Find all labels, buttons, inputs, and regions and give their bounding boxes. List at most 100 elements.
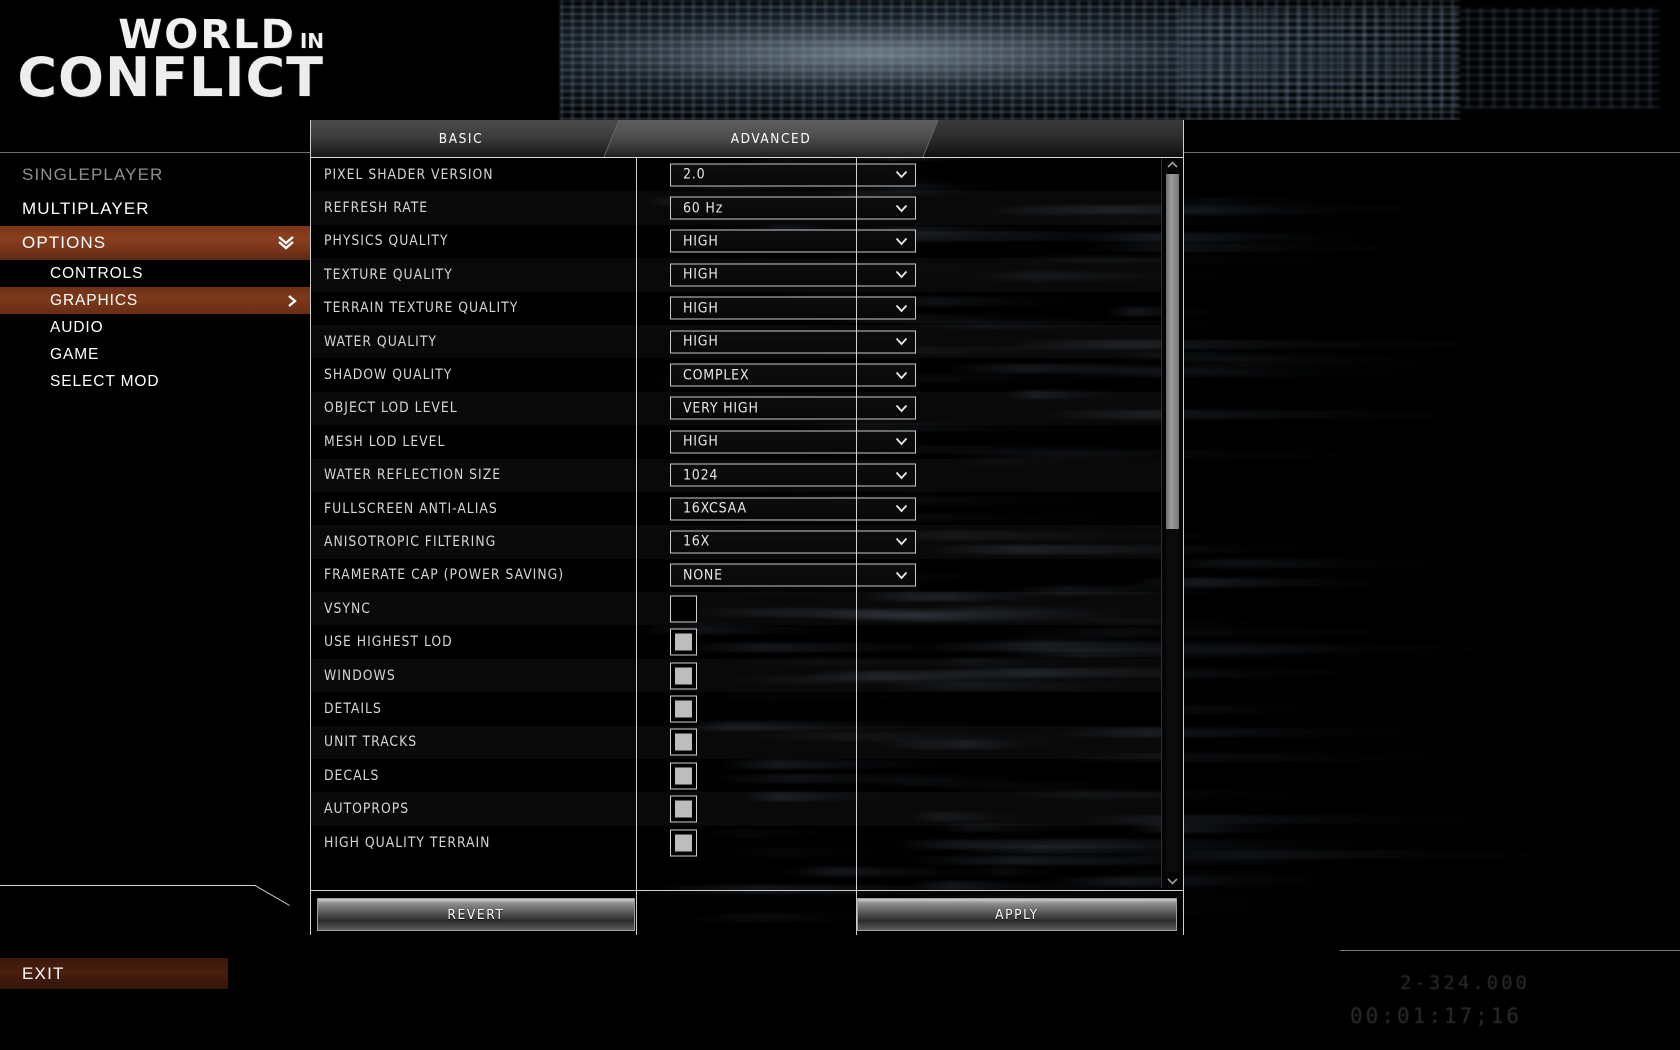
scroll-down-icon[interactable] [1162, 874, 1183, 888]
tab-advanced[interactable]: ADVANCED [603, 120, 939, 157]
setting-dropdown[interactable]: 60 Hz [670, 196, 916, 220]
setting-checkbox[interactable] [670, 595, 697, 623]
background-readout: 2-324.000 00:01:17;16 [1340, 940, 1680, 1050]
revert-button-label: REVERT [447, 906, 505, 923]
settings-row: MESH LOD LEVEL HIGH [311, 425, 1183, 458]
sidebar-item-label: MULTIPLAYER [22, 199, 150, 218]
settings-row: VSYNC [311, 592, 1183, 625]
chevron-down-icon [895, 537, 908, 546]
settings-row: DECALS [311, 759, 1183, 792]
settings-row: UNIT TRACKS [311, 726, 1183, 759]
setting-checkbox[interactable] [670, 795, 697, 823]
setting-value: 16X [683, 533, 711, 550]
sidebar-item-options[interactable]: OPTIONS [0, 226, 310, 260]
setting-label: DECALS [324, 767, 380, 784]
setting-value: HIGH [683, 300, 719, 317]
chevron-down-icon [895, 170, 908, 179]
setting-label: FRAMERATE CAP (POWER SAVING) [324, 567, 565, 584]
settings-row: TEXTURE QUALITY HIGH [311, 258, 1183, 291]
setting-label: VSYNC [324, 600, 371, 617]
sidebar-item-singleplayer[interactable]: SINGLEPLAYER [0, 158, 310, 192]
settings-row: HIGH QUALITY TERRAIN [311, 826, 1183, 859]
sidebar-item-multiplayer[interactable]: MULTIPLAYER [0, 192, 310, 226]
scroll-up-icon[interactable] [1162, 158, 1183, 172]
settings-row: WATER QUALITY HIGH [311, 325, 1183, 358]
settings-scrollbar[interactable] [1161, 158, 1183, 888]
sidebar-subitem-label: GAME [50, 345, 100, 363]
settings-row: OBJECT LOD LEVEL VERY HIGH [311, 392, 1183, 425]
setting-label: ANISOTROPIC FILTERING [324, 533, 497, 550]
setting-dropdown[interactable]: HIGH [670, 296, 916, 320]
checkbox-mark [675, 767, 692, 785]
tab-basic[interactable]: BASIC [311, 120, 639, 157]
setting-dropdown[interactable]: 1024 [670, 463, 916, 487]
settings-row: WINDOWS [311, 659, 1183, 692]
setting-label: DETAILS [324, 700, 382, 717]
setting-dropdown[interactable]: COMPLEX [670, 363, 916, 387]
sidebar-subitem-label: SELECT MOD [50, 372, 160, 390]
sidebar-top-divider [0, 152, 310, 153]
footer-divider [311, 890, 1183, 891]
footer-column-divider-left [636, 158, 637, 935]
header-divider-right [1184, 152, 1680, 153]
setting-value: VERY HIGH [683, 400, 759, 417]
settings-row: ANISOTROPIC FILTERING 16X [311, 525, 1183, 558]
scrollbar-thumb[interactable] [1166, 174, 1179, 529]
sidebar-item-label: SINGLEPLAYER [22, 165, 164, 184]
setting-checkbox[interactable] [670, 628, 697, 656]
setting-checkbox[interactable] [670, 762, 697, 790]
setting-label: TERRAIN TEXTURE QUALITY [324, 300, 519, 317]
chevron-down-icon [895, 504, 908, 513]
settings-row: SHADOW QUALITY COMPLEX [311, 358, 1183, 391]
sidebar-item-graphics[interactable]: GRAPHICS [0, 287, 310, 314]
settings-row: PHYSICS QUALITY HIGH [311, 225, 1183, 258]
setting-label: WINDOWS [324, 667, 396, 684]
setting-dropdown[interactable]: HIGH [670, 430, 916, 454]
setting-dropdown[interactable]: NONE [670, 563, 916, 587]
setting-dropdown[interactable]: VERY HIGH [670, 396, 916, 420]
setting-dropdown[interactable]: HIGH [670, 330, 916, 354]
exit-button[interactable]: EXIT [0, 958, 228, 989]
chevron-down-icon [895, 571, 908, 580]
checkbox-mark [675, 700, 692, 718]
setting-checkbox[interactable] [670, 695, 697, 723]
setting-checkbox[interactable] [670, 728, 697, 756]
checkbox-mark [675, 834, 692, 851]
logo-word-conflict: CONFLICT [17, 46, 324, 109]
footer-column-divider-right [856, 158, 857, 935]
setting-label: MESH LOD LEVEL [324, 433, 446, 450]
setting-value: HIGH [683, 333, 719, 350]
settings-row: FULLSCREEN ANTI-ALIAS 16XCSAA [311, 492, 1183, 525]
setting-dropdown[interactable]: 2.0 [670, 163, 916, 187]
chevron-down-icon [895, 270, 908, 279]
setting-dropdown[interactable]: HIGH [670, 263, 916, 287]
game-logo: WORLD in CONFLICT [6, 4, 336, 116]
chevron-down-icon [895, 237, 908, 246]
setting-label: REFRESH RATE [324, 200, 429, 217]
sidebar-item-audio[interactable]: AUDIO [0, 314, 310, 341]
chevron-down-icon [895, 437, 908, 446]
chevron-down-icon [895, 337, 908, 346]
sidebar-item-game[interactable]: GAME [0, 341, 310, 368]
revert-button[interactable]: REVERT [317, 898, 635, 931]
setting-dropdown[interactable]: 16XCSAA [670, 497, 916, 521]
checkbox-mark [675, 633, 692, 651]
apply-button[interactable]: APPLY [857, 898, 1177, 931]
settings-row: FRAMERATE CAP (POWER SAVING) NONE [311, 559, 1183, 592]
setting-label: TEXTURE QUALITY [324, 266, 453, 283]
settings-row: AUTOPROPS [311, 792, 1183, 825]
setting-checkbox[interactable] [670, 662, 697, 690]
sidebar-item-controls[interactable]: CONTROLS [0, 260, 310, 287]
settings-row: DETAILS [311, 692, 1183, 725]
chevron-down-icon [895, 471, 908, 480]
chevron-right-icon [286, 293, 298, 309]
sidebar-item-select-mod[interactable]: SELECT MOD [0, 368, 310, 395]
setting-label: UNIT TRACKS [324, 734, 418, 751]
tab-label: ADVANCED [730, 130, 812, 147]
setting-dropdown[interactable]: 16X [670, 530, 916, 554]
chevron-down-icon [895, 404, 908, 413]
setting-dropdown[interactable]: HIGH [670, 229, 916, 253]
chevron-down-icon [895, 204, 908, 213]
setting-checkbox[interactable] [670, 829, 697, 856]
settings-row: REFRESH RATE 60 Hz [311, 191, 1183, 224]
